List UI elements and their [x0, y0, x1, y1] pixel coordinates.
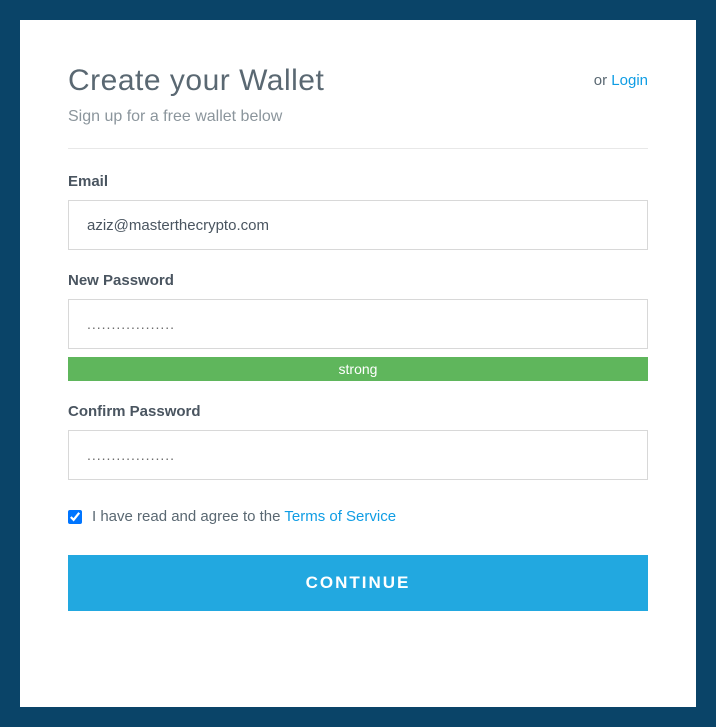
confirm-password-field[interactable]: [68, 430, 648, 480]
new-password-field[interactable]: [68, 299, 648, 349]
continue-button[interactable]: CONTINUE: [68, 555, 648, 611]
password-strength-bar: strong: [68, 357, 648, 381]
header-divider: [68, 148, 648, 149]
page-subtitle: Sign up for a free wallet below: [68, 108, 648, 126]
tos-link[interactable]: Terms of Service: [284, 508, 396, 525]
confirm-password-group: Confirm Password: [68, 403, 648, 480]
tos-prefix: I have read and agree to the: [92, 508, 284, 525]
page-title: Create your Wallet: [68, 64, 324, 98]
confirm-password-label: Confirm Password: [68, 403, 648, 420]
create-wallet-card: Create your Wallet or Login Sign up for …: [20, 20, 696, 707]
login-link[interactable]: Login: [611, 72, 648, 89]
new-password-group: New Password strong: [68, 272, 648, 381]
header-row: Create your Wallet or Login: [68, 64, 648, 98]
login-section: or Login: [594, 64, 648, 89]
email-group: Email: [68, 173, 648, 250]
email-label: Email: [68, 173, 648, 190]
tos-row: I have read and agree to the Terms of Se…: [68, 508, 648, 525]
login-prefix: or: [594, 72, 612, 89]
tos-text: I have read and agree to the Terms of Se…: [92, 508, 396, 525]
tos-checkbox[interactable]: [68, 510, 82, 524]
new-password-label: New Password: [68, 272, 648, 289]
email-field[interactable]: [68, 200, 648, 250]
